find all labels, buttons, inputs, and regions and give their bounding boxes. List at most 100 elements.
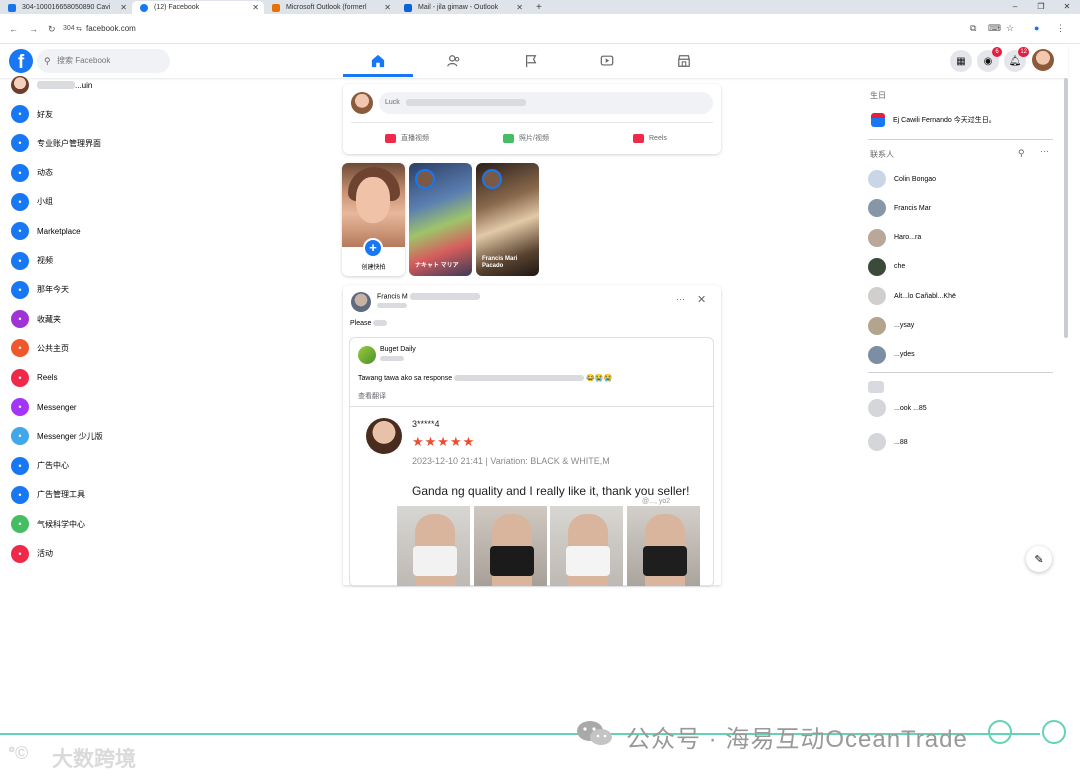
forward-icon[interactable]: → — [29, 24, 38, 34]
sidebar-item[interactable]: • 视频 — [8, 250, 208, 272]
see-translation-link[interactable]: 查看翻译 — [358, 391, 386, 401]
close-window-button[interactable]: ✕ — [1054, 0, 1080, 13]
tab-friends[interactable] — [419, 48, 489, 74]
search-input[interactable]: ⚲ 搜索 Facebook — [37, 49, 170, 73]
review-photo[interactable] — [474, 506, 547, 586]
contact-item[interactable]: Francis Mar — [868, 197, 1058, 219]
sidebar-item[interactable]: • 气候科学中心 — [8, 513, 208, 535]
close-icon[interactable]: ✕ — [697, 293, 706, 306]
wechat-account-label: 公众号 · 海易互动OceanTrade — [626, 726, 968, 753]
maximize-button[interactable]: ❐ — [1028, 0, 1054, 13]
messenger-button[interactable]: ◉ 6 — [977, 47, 1002, 72]
scrollbar[interactable] — [1064, 78, 1068, 338]
tab-video[interactable] — [572, 48, 642, 74]
sidebar-item[interactable]: • 广告中心 — [8, 455, 208, 477]
review-photo[interactable] — [627, 506, 700, 586]
shared-post[interactable]: Buget Daily Tawang tawa ako sa response … — [349, 337, 714, 587]
avatar — [11, 76, 29, 94]
sidebar-item[interactable]: • Reels — [8, 367, 208, 389]
pages-icon: • — [11, 339, 29, 358]
ad-center-icon: • — [11, 456, 29, 475]
sidebar-item[interactable]: • 那年今天 — [8, 279, 208, 301]
contact-name: Colin Bongao — [894, 175, 937, 183]
reels-icon — [633, 133, 644, 143]
close-icon[interactable]: ✕ — [516, 1, 523, 14]
composer-input[interactable]: Luck — [379, 92, 713, 114]
contact-item[interactable]: Alt...lo Cañabl...Khë — [868, 285, 1058, 307]
sidebar-item[interactable]: • Messenger — [8, 396, 208, 418]
contact-item[interactable]: Haro...ra — [868, 227, 1058, 249]
browser-tab-3[interactable]: Microsoft Outlook (formerl ✕ — [264, 1, 396, 14]
new-message-button[interactable]: ✎ — [1026, 546, 1052, 572]
reload-icon[interactable]: ↻ — [48, 24, 56, 35]
site-info-icon[interactable]: ⇆ — [76, 25, 82, 33]
sidebar-item[interactable]: • 公共主页 — [8, 337, 208, 359]
contact-name: ...88 — [894, 438, 908, 446]
review-photo[interactable] — [397, 506, 470, 586]
notifications-button[interactable]: 🔔︎ 12 — [1004, 47, 1029, 72]
cast-icon[interactable]: ⧉ — [970, 23, 976, 34]
minimize-button[interactable]: – — [1002, 0, 1028, 13]
back-icon[interactable]: ← — [9, 24, 18, 34]
sidebar-item-label: 视频 — [37, 256, 53, 265]
sidebar-item[interactable]: • Marketplace — [8, 220, 208, 242]
plus-icon: + — [363, 238, 383, 258]
tab-marketplace[interactable] — [649, 48, 719, 74]
sidebar-item[interactable]: • 专业账户管理界面 — [8, 132, 208, 154]
contact-item[interactable]: ...ydes — [868, 344, 1058, 366]
post-author[interactable]: Francis M — [377, 293, 480, 309]
translate-icon[interactable]: ⌨ — [988, 23, 1001, 34]
sidebar-item[interactable]: • 活动 — [8, 543, 208, 565]
sidebar-item[interactable]: • 小组 — [8, 191, 208, 213]
close-icon[interactable]: ✕ — [384, 1, 391, 14]
search-icon: ⚲ — [44, 56, 51, 66]
tab-home[interactable] — [343, 48, 413, 77]
search-icon[interactable]: ⚲ — [1018, 148, 1025, 159]
create-story-card[interactable]: + 创建快拍 — [342, 163, 405, 276]
dashboard-icon: • — [11, 134, 29, 153]
avatar[interactable] — [351, 292, 371, 312]
sidebar-item[interactable]: • Messenger 少儿版 — [8, 425, 208, 447]
account-avatar[interactable] — [1032, 49, 1054, 71]
sidebar-item-profile[interactable]: ...uin — [8, 74, 208, 96]
birthday-reminder[interactable]: Ej Cawili Fernando 今天过生日。 — [868, 109, 1058, 131]
sidebar-item[interactable]: • 动态 — [8, 162, 208, 184]
sidebar-item[interactable]: • 广告管理工具 — [8, 484, 208, 506]
contact-item[interactable]: ...ook ...85 — [868, 397, 1058, 419]
sidebar-item-label: 气候科学中心 — [37, 519, 85, 529]
browser-tab-1[interactable]: 304-100016658050890 Cavi ✕ — [0, 1, 132, 14]
account-icon[interactable]: ● — [1034, 23, 1039, 33]
story-card[interactable]: ナキャト マリア — [409, 163, 472, 276]
close-icon[interactable]: ✕ — [120, 1, 127, 14]
edit-icon: ✎ — [1034, 553, 1044, 566]
tab-favicon — [272, 4, 280, 12]
more-options-icon[interactable]: ··· — [1040, 146, 1049, 156]
bookmark-star-icon[interactable]: ☆ — [1006, 23, 1014, 34]
menu-grid-button[interactable]: ▦ — [950, 50, 972, 72]
sidebar-item-label: 小组 — [37, 197, 53, 207]
menu-kebab-icon[interactable]: ⋮ — [1056, 23, 1065, 34]
sidebar-item-label: 活动 — [37, 549, 53, 558]
sidebar-item[interactable]: • 好友 — [8, 103, 208, 125]
avatar — [868, 228, 886, 247]
contact-item[interactable]: che — [868, 256, 1058, 278]
photo-video-button[interactable]: 照片/视频 — [503, 130, 549, 146]
contact-item[interactable]: ...ysay — [868, 315, 1058, 337]
tab-pages[interactable] — [496, 48, 566, 74]
new-tab-button[interactable]: + — [528, 1, 542, 14]
reels-button[interactable]: Reels — [633, 130, 667, 146]
more-options-icon[interactable]: ··· — [676, 294, 685, 304]
facebook-logo[interactable]: f — [9, 49, 33, 73]
close-icon[interactable]: ✕ — [252, 1, 259, 14]
decorative-circle — [988, 720, 1012, 744]
contact-item[interactable]: Colin Bongao — [868, 168, 1058, 190]
rating-stars: ★★★★★ — [412, 434, 476, 449]
live-video-button[interactable]: 直播视频 — [385, 130, 429, 146]
browser-tab-4[interactable]: Mail - jila gimaw - Outlook ✕ — [396, 1, 528, 14]
review-photo[interactable] — [550, 506, 623, 586]
story-card[interactable]: Francis Mari Pacado — [476, 163, 539, 276]
browser-tab-2[interactable]: (12) Facebook ✕ — [132, 1, 264, 14]
sidebar-item[interactable]: • 收藏夹 — [8, 308, 208, 330]
url-field[interactable]: facebook.com — [86, 24, 136, 33]
contact-item[interactable]: ...88 — [868, 431, 1058, 453]
